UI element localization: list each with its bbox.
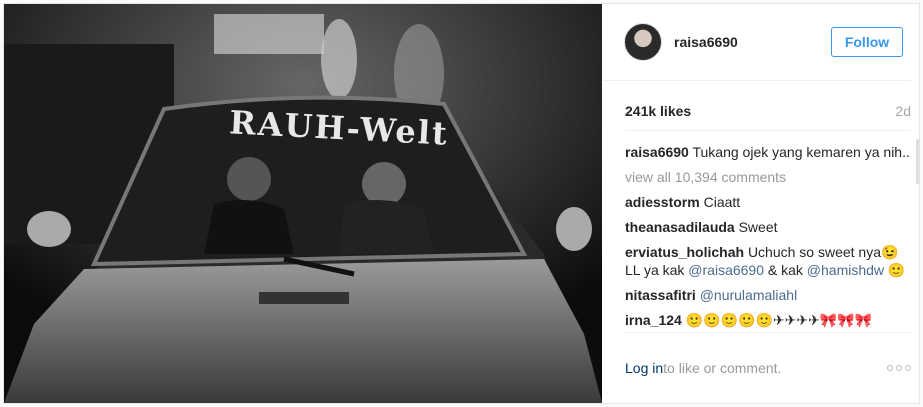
mention-link[interactable]: @nurulamaliahl	[700, 287, 797, 303]
footer-text: to like or comment.	[663, 360, 782, 376]
more-options-icon[interactable]	[887, 365, 911, 371]
caption: raisa6690 Tukang ojek yang kemaren ya ni…	[625, 143, 911, 161]
post-age[interactable]: 2d	[895, 103, 911, 119]
list-item: irna_124 🙂🙂🙂🙂🙂✈✈✈✈🎀🎀🎀	[625, 311, 911, 329]
post-photo[interactable]: RAUH-Welt	[4, 4, 602, 403]
comment-username[interactable]: nitassafitri	[625, 287, 696, 303]
post-footer: Log in to like or comment.	[625, 332, 911, 403]
caption-username[interactable]: raisa6690	[625, 144, 689, 160]
divider	[625, 130, 911, 131]
list-item: adiesstorm Ciaatt	[625, 193, 911, 211]
comment-text: & kak	[764, 262, 807, 278]
view-all-comments-link[interactable]: view all 10,394 comments	[625, 168, 911, 186]
avatar[interactable]	[624, 23, 662, 61]
follow-button[interactable]: Follow	[831, 27, 903, 57]
mention-link[interactable]: @hamishdw	[807, 262, 884, 278]
login-link[interactable]: Log in	[625, 360, 663, 376]
comment-username[interactable]: irna_124	[625, 312, 682, 328]
comment-text: Ciaatt	[703, 194, 741, 210]
likes-row: 241k likes 2d	[602, 103, 919, 119]
list-item: nitassafitri @nurulamaliahl	[625, 286, 911, 304]
post-card: RAUH-Welt raisa6690 Follow 241k likes 2d…	[3, 3, 920, 404]
comment-username[interactable]: theanasadilauda	[625, 219, 735, 235]
post-header: raisa6690 Follow	[602, 4, 911, 81]
photo-image	[4, 4, 602, 403]
list-item: erviatus_holichah Uchuch so sweet nya😉 L…	[625, 243, 911, 279]
comment-username[interactable]: adiesstorm	[625, 194, 700, 210]
caption-text: Tukang ojek yang kemaren ya nih..	[692, 144, 910, 160]
comment-text: Sweet	[738, 219, 778, 235]
comments-scrollbar[interactable]	[916, 139, 919, 184]
list-item: theanasadilauda Sweet	[625, 218, 911, 236]
comment-text: 🙂	[884, 262, 906, 278]
comment-text: 🙂🙂🙂🙂🙂✈✈✈✈🎀🎀🎀	[685, 312, 873, 328]
mention-link[interactable]: @raisa6690	[688, 262, 764, 278]
comments-list[interactable]: raisa6690 Tukang ojek yang kemaren ya ni…	[602, 143, 919, 333]
username-link[interactable]: raisa6690	[674, 34, 831, 50]
likes-count[interactable]: 241k likes	[625, 103, 691, 119]
post-sidebar: raisa6690 Follow 241k likes 2d raisa6690…	[602, 4, 919, 403]
comment-username[interactable]: erviatus_holichah	[625, 244, 744, 260]
